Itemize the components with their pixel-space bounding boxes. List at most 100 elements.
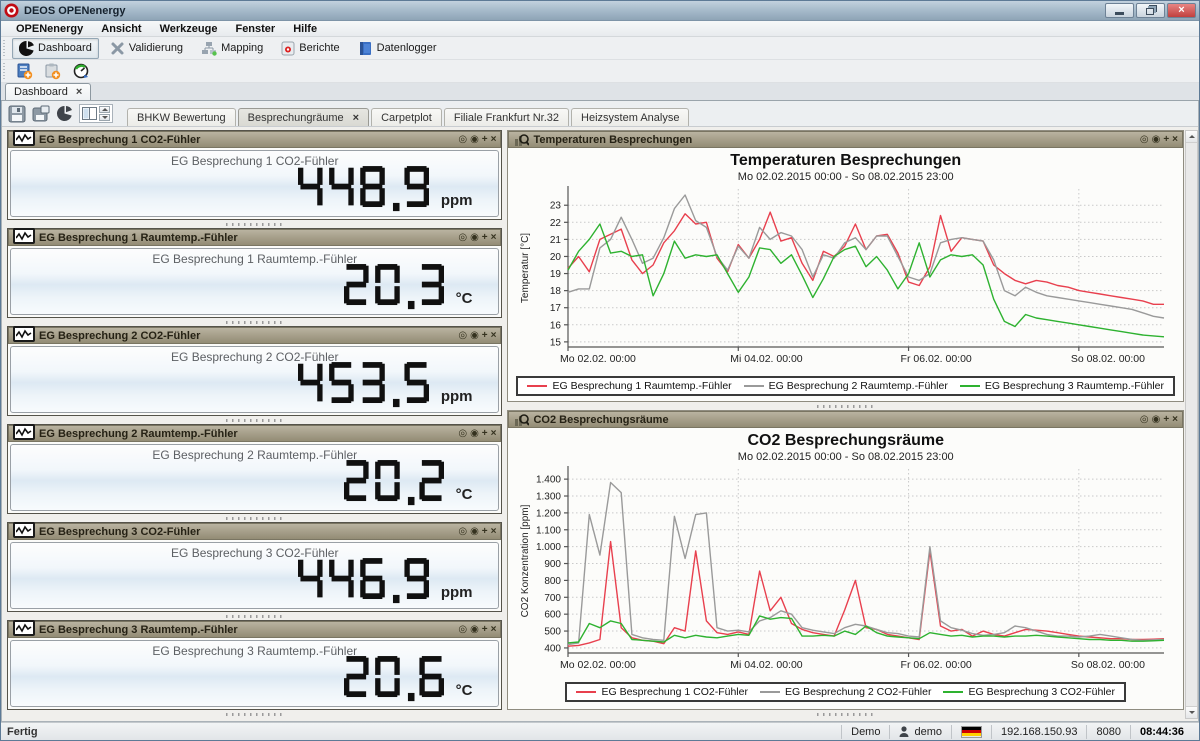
menu-werkzeuge[interactable]: Werkzeuge	[151, 23, 227, 35]
panel-close-icon[interactable]: ×	[1172, 135, 1178, 145]
panel-header[interactable]: EG Besprechung 1 CO2-Fühler◎◉+×	[8, 131, 501, 148]
datenlogger-button[interactable]: Datenlogger	[351, 38, 444, 59]
measurement-panel: EG Besprechung 3 Raumtemp.-Fühler◎◉+×EG …	[7, 620, 502, 710]
panel-close-icon[interactable]: ×	[491, 429, 497, 439]
main-toolbar: Dashboard Validierung Mapping Berichte D…	[1, 37, 1199, 60]
save-as-icon[interactable]	[32, 105, 50, 123]
panel-refresh-icon[interactable]: ◉	[470, 331, 479, 341]
panel-maximize-icon[interactable]: +	[482, 233, 488, 243]
toolbar-grip[interactable]	[3, 40, 8, 56]
svg-text:Mo 02.02. 00:00: Mo 02.02. 00:00	[560, 353, 636, 365]
layout-selector[interactable]	[79, 104, 113, 123]
resize-handle[interactable]	[7, 416, 502, 424]
menu-ansicht[interactable]: Ansicht	[92, 23, 150, 35]
resize-handle[interactable]	[7, 710, 502, 718]
unit-label: °C	[456, 682, 473, 699]
dashboard-button[interactable]: Dashboard	[12, 38, 99, 59]
panel-refresh-icon[interactable]: ◉	[1152, 135, 1161, 145]
document-tabbar: Dashboard ×	[1, 83, 1199, 101]
scroll-down-button[interactable]	[1186, 706, 1197, 718]
resize-handle[interactable]	[7, 514, 502, 522]
panel-close-icon[interactable]: ×	[491, 135, 497, 145]
panel-close-icon[interactable]: ×	[491, 233, 497, 243]
panel-maximize-icon[interactable]: +	[1163, 135, 1169, 145]
resize-handle[interactable]	[7, 612, 502, 620]
minimize-button[interactable]	[1105, 3, 1134, 18]
resize-handle[interactable]	[7, 318, 502, 326]
resize-handle[interactable]	[507, 402, 1184, 410]
vertical-scrollbar[interactable]	[1185, 130, 1198, 719]
menu-openenergy[interactable]: OPENenergy	[7, 23, 92, 35]
tab-filiale-frankfurt[interactable]: Filiale Frankfurt Nr.32	[444, 108, 569, 126]
tab-carpetplot[interactable]: Carpetplot	[371, 108, 442, 126]
panel-refresh-icon[interactable]: ◉	[1152, 415, 1161, 425]
tab-heizsystem-analyse[interactable]: Heizsystem Analyse	[571, 108, 689, 126]
tab-close-icon[interactable]: ×	[76, 86, 82, 98]
tab-close-icon[interactable]: ×	[353, 112, 359, 124]
validierung-button[interactable]: Validierung	[103, 38, 190, 59]
panel-close-icon[interactable]: ×	[1172, 415, 1178, 425]
spinner-down-button[interactable]	[99, 114, 110, 121]
scrollbar-thumb[interactable]	[1186, 143, 1197, 706]
user-icon	[899, 726, 909, 737]
panel-close-icon[interactable]: ×	[491, 527, 497, 537]
berichte-button[interactable]: Berichte	[274, 38, 346, 59]
panel-maximize-icon[interactable]: +	[1163, 415, 1169, 425]
panel-maximize-icon[interactable]: +	[482, 429, 488, 439]
mapping-button[interactable]: Mapping	[194, 38, 270, 59]
resize-handle[interactable]	[507, 710, 1184, 718]
panel-close-icon[interactable]: ×	[491, 331, 497, 341]
close-button[interactable]: ×	[1167, 3, 1196, 18]
menu-hilfe[interactable]: Hilfe	[284, 23, 326, 35]
chart-legend: EG Besprechung 1 CO2-FühlerEG Besprechun…	[516, 682, 1175, 702]
panel-header[interactable]: Temperaturen Besprechungen ◎ ◉ + ×	[508, 131, 1183, 148]
panel-maximize-icon[interactable]: +	[482, 331, 488, 341]
panel-maximize-icon[interactable]: +	[482, 527, 488, 537]
tab-bhkw-bewertung[interactable]: BHKW Bewertung	[127, 108, 236, 126]
unit-label: °C	[456, 290, 473, 307]
gauge-button[interactable]	[68, 61, 94, 81]
panel-options-icon[interactable]: ◎	[1140, 135, 1149, 145]
resize-handle[interactable]	[7, 220, 502, 228]
panel-options-icon[interactable]: ◎	[458, 527, 467, 537]
pie-icon[interactable]	[56, 105, 73, 122]
panel-refresh-icon[interactable]: ◉	[470, 233, 479, 243]
tab-dashboard[interactable]: Dashboard ×	[5, 83, 91, 100]
clipboard-add-button[interactable]	[40, 61, 65, 82]
panel-options-icon[interactable]: ◎	[458, 429, 467, 439]
menu-fenster[interactable]: Fenster	[226, 23, 284, 35]
panel-refresh-icon[interactable]: ◉	[470, 527, 479, 537]
panel-header[interactable]: CO2 Besprechungsräume ◎ ◉ + ×	[508, 411, 1183, 428]
document-add-icon	[16, 63, 33, 80]
restore-button[interactable]	[1136, 3, 1165, 18]
panel-options-icon[interactable]: ◎	[1140, 415, 1149, 425]
panel-refresh-icon[interactable]: ◉	[470, 625, 479, 635]
svg-text:19: 19	[550, 269, 562, 280]
svg-text:900: 900	[544, 559, 561, 570]
panel-title: EG Besprechung 2 CO2-Fühler	[39, 330, 458, 342]
add-dashboard-button[interactable]	[12, 61, 37, 82]
svg-text:1.100: 1.100	[536, 525, 561, 536]
panel-header[interactable]: EG Besprechung 3 Raumtemp.-Fühler◎◉+×	[8, 621, 501, 638]
panel-maximize-icon[interactable]: +	[482, 135, 488, 145]
panel-header[interactable]: EG Besprechung 2 CO2-Fühler◎◉+×	[8, 327, 501, 344]
spinner-up-button[interactable]	[99, 106, 110, 113]
panel-options-icon[interactable]: ◎	[458, 233, 467, 243]
scroll-up-button[interactable]	[1186, 131, 1197, 143]
save-icon[interactable]	[8, 105, 26, 123]
panel-close-icon[interactable]: ×	[491, 625, 497, 635]
panel-refresh-icon[interactable]: ◉	[470, 135, 479, 145]
panel-maximize-icon[interactable]: +	[482, 625, 488, 635]
panel-header[interactable]: EG Besprechung 3 CO2-Fühler◎◉+×	[8, 523, 501, 540]
chart-legend: EG Besprechung 1 Raumtemp.-FühlerEG Besp…	[516, 376, 1175, 396]
svg-text:800: 800	[544, 576, 561, 587]
panel-header[interactable]: EG Besprechung 1 Raumtemp.-Fühler◎◉+×	[8, 229, 501, 246]
panel-refresh-icon[interactable]: ◉	[470, 429, 479, 439]
panel-header[interactable]: EG Besprechung 2 Raumtemp.-Fühler◎◉+×	[8, 425, 501, 442]
measurement-panel: EG Besprechung 1 Raumtemp.-Fühler◎◉+×EG …	[7, 228, 502, 318]
panel-options-icon[interactable]: ◎	[458, 331, 467, 341]
toolbar-grip[interactable]	[3, 63, 8, 79]
tab-besprechungraeume[interactable]: Besprechungräume ×	[238, 108, 369, 126]
panel-options-icon[interactable]: ◎	[458, 135, 467, 145]
panel-options-icon[interactable]: ◎	[458, 625, 467, 635]
